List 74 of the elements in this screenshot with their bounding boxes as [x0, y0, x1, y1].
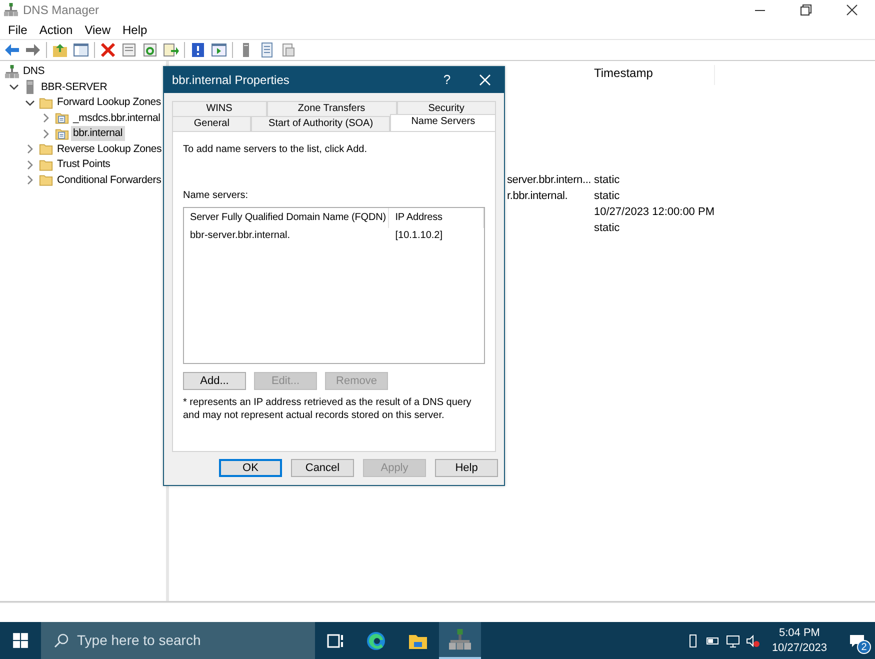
forward-arrow-icon[interactable] — [25, 42, 41, 58]
help-button[interactable]: ? — [428, 70, 466, 90]
delete-icon[interactable] — [100, 42, 116, 58]
expand-chevron-icon[interactable] — [41, 128, 51, 139]
collapse-chevron-icon[interactable] — [25, 98, 35, 108]
instruction-text: To add name servers to the list, click Add. — [183, 143, 368, 157]
expand-chevron-icon[interactable] — [25, 160, 35, 170]
close-icon[interactable] — [479, 74, 491, 86]
table-cell: r.bbr.internal. — [507, 190, 568, 202]
folder-icon — [39, 158, 53, 172]
notification-count: 2 — [857, 640, 871, 654]
window-title: DNS Manager — [23, 2, 100, 19]
button[interactable]: Add... — [183, 372, 246, 390]
zone-file-icon — [55, 126, 69, 141]
action-pane-icon[interactable] — [211, 42, 227, 58]
table-cell-text: bbr-server.bbr.internal. — [189, 229, 292, 243]
export-icon[interactable] — [163, 42, 179, 58]
speaker-muted-icon[interactable] — [746, 634, 760, 648]
tree-item[interactable]: Trust Points — [55, 157, 112, 172]
tab[interactable]: Name Servers — [390, 114, 496, 131]
tab[interactable]: General — [172, 116, 252, 131]
table-cell: static — [594, 174, 620, 186]
button[interactable]: Cancel — [291, 459, 354, 477]
tree-item[interactable]: BBR-SERVER — [39, 80, 110, 95]
dialog-title: bbr.internal Properties — [172, 72, 290, 89]
network-icon[interactable] — [449, 628, 471, 650]
field-label: Name servers: — [183, 189, 250, 203]
tab[interactable]: Zone Transfers — [266, 101, 397, 116]
search-field[interactable]: Type here to search — [41, 622, 315, 659]
clock-time[interactable]: 5:04 PM — [772, 626, 827, 640]
menu-item[interactable]: Help — [116, 20, 154, 38]
table-cell: 10/27/2023 12:00:00 PM — [594, 206, 714, 218]
record-list-icon[interactable] — [259, 42, 275, 58]
windows-logo-icon[interactable] — [12, 632, 28, 649]
menu-item[interactable]: View — [78, 20, 116, 38]
back-arrow-icon[interactable] — [4, 42, 20, 58]
tree-item[interactable]: Conditional Forwarders — [55, 172, 164, 188]
expand-chevron-icon[interactable] — [25, 144, 35, 154]
tab[interactable]: WINS — [172, 101, 267, 116]
network-icon — [5, 64, 19, 79]
table-cell: server.bbr.intern... — [507, 174, 592, 186]
column-header[interactable]: Server Fully Qualified Domain Name (FQDN) — [184, 208, 390, 228]
network-icon — [4, 3, 18, 17]
table-cell: static — [594, 190, 620, 202]
tree-item[interactable]: Reverse Lookup Zones — [55, 142, 164, 157]
refresh-icon[interactable] — [142, 42, 158, 58]
button[interactable]: Help — [435, 459, 498, 477]
column-header[interactable]: Timestamp — [590, 65, 715, 85]
clock-date[interactable]: 10/27/2023 — [772, 640, 827, 656]
folder-icon — [39, 96, 53, 110]
folder-icon — [39, 173, 53, 188]
console-tree-icon[interactable] — [73, 42, 89, 58]
network-monitor-icon[interactable] — [726, 634, 740, 648]
tree-item[interactable]: _msdcs.bbr.internal — [71, 110, 162, 126]
tree-item[interactable]: DNS — [21, 64, 47, 80]
table-cell-text: [10.1.10.2] — [394, 229, 444, 243]
expand-chevron-icon[interactable] — [41, 113, 51, 124]
search-icon — [53, 632, 69, 648]
collapse-chevron-icon[interactable] — [9, 82, 19, 92]
up-folder-icon[interactable] — [52, 42, 68, 58]
note-text: * represents an IP address retrieved as the result of a DNS query and may not represent actual records stored on this server. — [183, 396, 472, 422]
zone-file-icon — [55, 111, 69, 126]
folder-icon — [39, 142, 53, 156]
tree-item[interactable]: Forward Lookup Zones — [55, 95, 163, 110]
menu-item[interactable]: Action — [33, 20, 79, 38]
table-cell: static — [594, 222, 620, 234]
button[interactable]: OK — [219, 459, 282, 477]
expand-chevron-icon[interactable] — [25, 175, 35, 186]
browser-icon[interactable] — [365, 630, 387, 652]
tree-item[interactable]: bbr.internal — [71, 126, 125, 142]
menu-item[interactable]: File — [2, 20, 34, 38]
tab[interactable]: Start of Authority (SOA) — [251, 116, 390, 131]
column-header[interactable]: IP Address — [389, 208, 484, 228]
properties-icon[interactable] — [121, 42, 137, 58]
